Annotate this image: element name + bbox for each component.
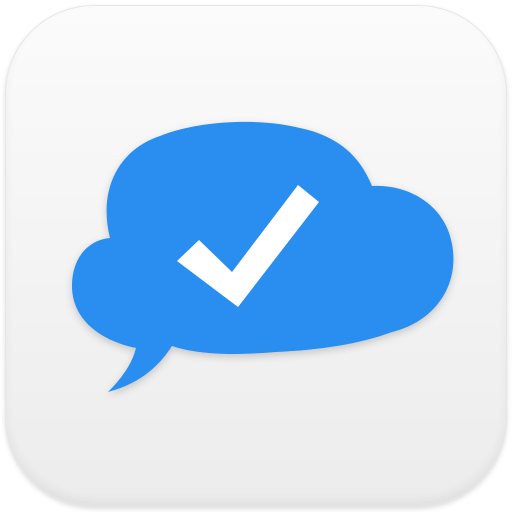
cloud-speech-bubble-check-icon <box>72 121 454 392</box>
app-icon-stage <box>0 0 512 512</box>
